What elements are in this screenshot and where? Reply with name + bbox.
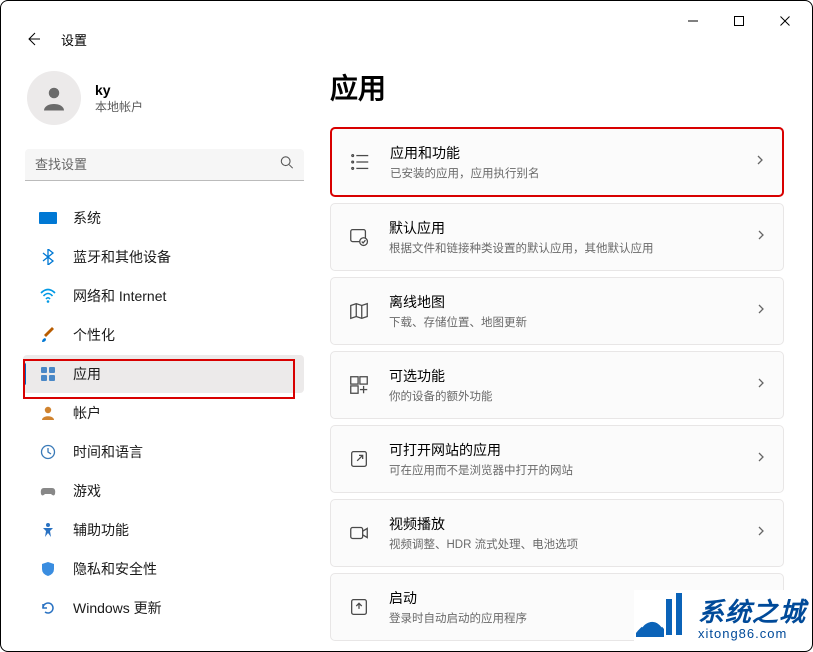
card-subtitle: 已安装的应用，应用执行别名 [390, 165, 736, 181]
nav-list: 系统 蓝牙和其他设备 网络和 Internet 个性化 [19, 199, 314, 627]
sidebar-item-personalization[interactable]: 个性化 [23, 316, 304, 354]
app-title: 设置 [61, 30, 87, 49]
sidebar-item-label: 蓝牙和其他设备 [73, 247, 171, 267]
open-external-icon [347, 447, 371, 471]
card-apps-features[interactable]: 应用和功能 已安装的应用，应用执行别名 [330, 127, 784, 197]
chevron-right-icon [755, 228, 767, 246]
bluetooth-icon [39, 248, 57, 266]
card-subtitle: 可在应用而不是浏览器中打开的网站 [389, 462, 737, 478]
close-button[interactable] [762, 5, 808, 37]
sidebar-item-label: 游戏 [73, 481, 101, 501]
list-icon [348, 150, 372, 174]
sidebar-item-label: 帐户 [73, 403, 101, 423]
page-title: 应用 [330, 67, 784, 107]
accessibility-icon [39, 521, 57, 539]
sidebar-item-apps[interactable]: 应用 [23, 355, 304, 393]
maximize-button[interactable] [716, 5, 762, 37]
default-apps-icon [347, 225, 371, 249]
sidebar-item-label: 网络和 Internet [73, 286, 166, 306]
back-button[interactable] [23, 29, 43, 49]
sidebar-item-label: 系统 [73, 208, 101, 228]
card-subtitle: 视频调整、HDR 流式处理、电池选项 [389, 536, 737, 552]
gamepad-icon [39, 482, 57, 500]
card-title: 离线地图 [389, 292, 737, 312]
globe-clock-icon [39, 443, 57, 461]
startup-icon [347, 595, 371, 619]
shield-icon [39, 560, 57, 578]
search-input[interactable] [25, 149, 304, 181]
sidebar-item-accessibility[interactable]: 辅助功能 [23, 511, 304, 549]
video-icon [347, 521, 371, 545]
card-title: 视频播放 [389, 514, 737, 534]
card-title: 应用和功能 [390, 143, 736, 163]
sidebar-item-system[interactable]: 系统 [23, 199, 304, 237]
sidebar-item-gaming[interactable]: 游戏 [23, 472, 304, 510]
card-title: 可打开网站的应用 [389, 440, 737, 460]
card-subtitle: 下载、存储位置、地图更新 [389, 314, 737, 330]
user-name: ky [95, 82, 143, 98]
watermark-logo-icon [634, 593, 688, 641]
sidebar-item-privacy[interactable]: 隐私和安全性 [23, 550, 304, 588]
sidebar: ky 本地帐户 系统 蓝牙和其他设备 [19, 67, 314, 647]
user-account-row[interactable]: ky 本地帐户 [19, 67, 314, 143]
chevron-right-icon [754, 153, 766, 171]
avatar [27, 71, 81, 125]
card-title: 可选功能 [389, 366, 737, 386]
sidebar-item-label: 个性化 [73, 325, 115, 345]
monitor-icon [39, 212, 57, 224]
user-subtitle: 本地帐户 [95, 98, 143, 115]
apps-icon [39, 365, 57, 383]
search-icon [280, 156, 294, 175]
card-apps-for-websites[interactable]: 可打开网站的应用 可在应用而不是浏览器中打开的网站 [330, 425, 784, 493]
sidebar-item-label: 隐私和安全性 [73, 559, 157, 579]
sidebar-item-label: 应用 [73, 364, 101, 384]
sidebar-item-time-language[interactable]: 时间和语言 [23, 433, 304, 471]
sidebar-item-bluetooth[interactable]: 蓝牙和其他设备 [23, 238, 304, 276]
person-icon [39, 404, 57, 422]
minimize-button[interactable] [670, 5, 716, 37]
watermark-brand: 系统之城 [698, 592, 806, 629]
brush-icon [39, 326, 57, 344]
update-icon [39, 599, 57, 617]
sidebar-item-accounts[interactable]: 帐户 [23, 394, 304, 432]
card-default-apps[interactable]: 默认应用 根据文件和链接种类设置的默认应用，其他默认应用 [330, 203, 784, 271]
watermark: 系统之城 xitong86.com const data = JSON.pars… [634, 590, 806, 643]
card-video-playback[interactable]: 视频播放 视频调整、HDR 流式处理、电池选项 [330, 499, 784, 567]
chevron-right-icon [755, 302, 767, 320]
main-content: 应用 应用和功能 已安装的应用，应用执行别名 默认应用 根据文件和链接种类设置的… [314, 67, 812, 647]
optional-features-icon [347, 373, 371, 397]
sidebar-item-label: Windows 更新 [73, 598, 162, 618]
sidebar-item-label: 辅助功能 [73, 520, 129, 540]
card-subtitle: 根据文件和链接种类设置的默认应用，其他默认应用 [389, 240, 737, 256]
card-subtitle: 你的设备的额外功能 [389, 388, 737, 404]
card-offline-maps[interactable]: 离线地图 下载、存储位置、地图更新 [330, 277, 784, 345]
map-icon [347, 299, 371, 323]
sidebar-item-windows-update[interactable]: Windows 更新 [23, 589, 304, 627]
wifi-icon [39, 287, 57, 305]
chevron-right-icon [755, 376, 767, 394]
chevron-right-icon [755, 450, 767, 468]
card-optional-features[interactable]: 可选功能 你的设备的额外功能 [330, 351, 784, 419]
card-title: 默认应用 [389, 218, 737, 238]
chevron-right-icon [755, 524, 767, 542]
sidebar-item-network[interactable]: 网络和 Internet [23, 277, 304, 315]
sidebar-item-label: 时间和语言 [73, 442, 143, 462]
